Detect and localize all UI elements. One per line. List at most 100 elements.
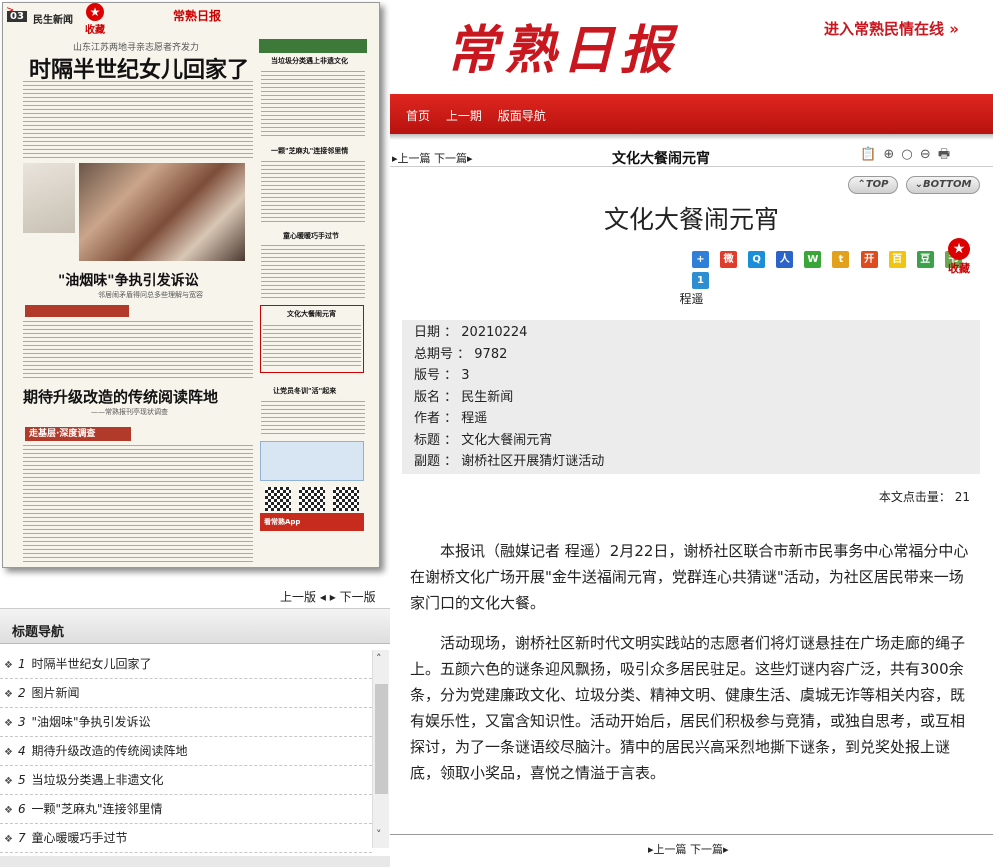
site-logo[interactable]: 常熟日报 bbox=[446, 8, 678, 83]
meta-key: 日期 bbox=[414, 325, 441, 340]
minqing-link[interactable]: 进入常熟民情在线 » bbox=[824, 18, 959, 39]
nav-item-label: 童心暖暖巧手过节 bbox=[31, 831, 128, 845]
qq-weibo-icon[interactable]: t bbox=[832, 251, 850, 268]
nav-item[interactable]: ❖ 4 期待升级改造的传统阅读阵地 bbox=[0, 737, 372, 766]
app-banner: 看常熟App bbox=[260, 513, 364, 531]
bottom-button[interactable]: ⌄BOTTOM bbox=[906, 176, 980, 194]
newspaper-page-thumbnail[interactable]: > 03 民生新闻 ★ 收藏 常熟日报 山东江苏两地寻亲志愿者齐发力 时隔半世纪… bbox=[2, 2, 380, 568]
top-label: TOP bbox=[865, 179, 889, 190]
meta-key: 版名 bbox=[414, 389, 441, 405]
paper-headline-current[interactable]: 文化大餐闹元宵 bbox=[287, 309, 336, 319]
play-arrow-icon: ▸ bbox=[723, 843, 729, 856]
prev-next-article-bottom[interactable]: ▸上一篇 下一篇▸ bbox=[648, 841, 729, 857]
nav-item[interactable]: ❖ 7 童心暖暖巧手过节 bbox=[0, 824, 372, 853]
hit-count: 本文点击量： 21 bbox=[390, 488, 970, 505]
diamond-bullet-icon: ❖ bbox=[4, 689, 13, 700]
article-footer: ▸上一篇 下一篇▸ bbox=[390, 834, 993, 861]
renren-icon[interactable]: 人 bbox=[776, 251, 794, 268]
hit-count-value: 21 bbox=[954, 490, 970, 504]
article-title: 文化大餐闹元宵 bbox=[603, 205, 779, 234]
zoom-reset-icon[interactable]: ○ bbox=[901, 147, 912, 162]
minqing-label: 进入常熟民情在线 bbox=[824, 20, 945, 38]
paper-headline-7[interactable]: 童心暖暖巧手过节 bbox=[283, 231, 339, 241]
scrollbar-thumb[interactable] bbox=[375, 684, 388, 794]
news-photo[interactable] bbox=[79, 163, 245, 261]
meta-value: 3 bbox=[461, 368, 470, 383]
diamond-bullet-icon: ❖ bbox=[4, 660, 13, 671]
top-nav-bar: 首页 上一期 版面导航 bbox=[390, 94, 993, 134]
toolbar-title: 文化大餐闹元宵 bbox=[612, 151, 710, 167]
diamond-bullet-icon: ❖ bbox=[4, 834, 13, 845]
divider bbox=[390, 134, 993, 140]
prev-next-article-top[interactable]: ▸上一篇 下一篇▸ bbox=[392, 150, 473, 166]
qzone-icon[interactable]: Q bbox=[748, 251, 766, 268]
meta-value: 民生新闻 bbox=[461, 389, 514, 405]
scroll-down-icon[interactable]: ˅ bbox=[376, 828, 382, 841]
meta-key: 标题 bbox=[414, 432, 441, 448]
prev-next-label: 上一篇 下一篇 bbox=[653, 843, 724, 856]
zoom-in-icon[interactable]: ⊕ bbox=[883, 147, 894, 162]
nav-prev-issue[interactable]: 上一期 bbox=[446, 109, 482, 123]
nav-page-nav[interactable]: 版面导航 bbox=[498, 109, 546, 123]
zoom-out-icon[interactable]: ⊖ bbox=[920, 147, 931, 162]
section-name: 民生新闻 bbox=[33, 15, 73, 26]
paper-headline-5[interactable]: 当垃圾分类遇上非遗文化 bbox=[271, 56, 348, 66]
page-pager: 上一版 ◂ ▸ 下一版 bbox=[280, 588, 376, 605]
share-more-icon[interactable]: + bbox=[692, 251, 709, 268]
diamond-bullet-icon: ❖ bbox=[4, 805, 13, 816]
text-block bbox=[23, 321, 253, 381]
paper-headline-2[interactable]: "油烟味"争执引发诉讼 bbox=[58, 270, 199, 290]
text-block bbox=[261, 245, 365, 301]
meta-key: 副题 bbox=[414, 454, 441, 469]
play-arrow-icon: ▸ bbox=[467, 152, 473, 165]
paper-headline-3[interactable]: 期待升级改造的传统阅读阵地 bbox=[23, 386, 218, 407]
prev-page-link[interactable]: 上一版 bbox=[280, 590, 316, 604]
top-button[interactable]: ⌃TOP bbox=[848, 176, 898, 194]
meta-row: 作者 ： 程遥 bbox=[414, 411, 488, 426]
douban-icon[interactable]: 豆 bbox=[916, 251, 934, 268]
favorite-button[interactable]: ★ 收藏 bbox=[947, 238, 971, 276]
count-icon[interactable]: 1 bbox=[692, 272, 709, 289]
diamond-bullet-icon: ❖ bbox=[4, 776, 13, 787]
article-toolbar: ▸上一篇 下一篇▸ 文化大餐闹元宵 📋 ⊕ ○ ⊖ 🖶 bbox=[390, 145, 993, 167]
nav-item[interactable]: ❖ 6 一颗"芝麻丸"连接邻里情 bbox=[0, 795, 372, 824]
prev-arrow-icon[interactable]: ◂ bbox=[320, 590, 326, 604]
meta-value: 9782 bbox=[474, 346, 508, 362]
meta-row: 版名 ： 民生新闻 bbox=[414, 389, 514, 405]
wechat-icon[interactable]: W bbox=[804, 251, 822, 268]
nav-home[interactable]: 首页 bbox=[406, 109, 430, 123]
nav-scrollbar[interactable]: ˄ ˅ bbox=[372, 650, 389, 848]
section-number: 03 bbox=[7, 11, 27, 22]
diamond-bullet-icon: ❖ bbox=[4, 747, 13, 758]
headline2-subtitle: 邻居闹矛盾得问总多些理解与宽容 bbox=[98, 291, 203, 299]
next-arrow-icon[interactable]: ▸ bbox=[330, 590, 336, 604]
scroll-up-icon[interactable]: ˄ bbox=[376, 652, 382, 665]
meta-row: 日期 ： 20210224 bbox=[414, 325, 528, 340]
notes-icon[interactable]: 📋 bbox=[860, 147, 876, 162]
qr-code-icon bbox=[265, 487, 291, 511]
kaixin-icon[interactable]: 开 bbox=[860, 251, 878, 268]
nav-item[interactable]: ❖ 1 时隔半世纪女儿回家了 bbox=[0, 650, 372, 679]
weibo-icon[interactable]: 微 bbox=[720, 251, 738, 268]
meta-row: 标题 ： 文化大餐闹元宵 bbox=[414, 432, 553, 448]
nav-item[interactable]: ❖ 5 当垃圾分类遇上非遗文化 bbox=[0, 766, 372, 795]
paper-headline-9[interactable]: 让党员冬训"活"起来 bbox=[273, 386, 336, 396]
title-nav-header: 标题导航 bbox=[0, 608, 390, 644]
baidu-icon[interactable]: 百 bbox=[888, 251, 906, 268]
paper-headline-6[interactable]: 一颗"芝麻丸"连接邻里情 bbox=[271, 146, 348, 156]
bottom-label: BOTTOM bbox=[922, 179, 972, 190]
paper-headline-1[interactable]: 时隔半世纪女儿回家了 bbox=[29, 52, 249, 84]
text-block bbox=[261, 161, 365, 223]
hit-count-label: 本文点击量： bbox=[878, 490, 951, 504]
article-body: 本报讯（融媒记者 程遥）2月22日，谢桥社区联合市新市民事务中心常福分中心在谢桥… bbox=[410, 538, 970, 800]
down-chevron-icon: ⌄ bbox=[914, 179, 923, 190]
nav-item[interactable]: ❖ 2 图片新闻 bbox=[0, 679, 372, 708]
nav-item[interactable]: ❖ 3 "油烟味"争执引发诉讼 bbox=[0, 708, 372, 737]
favorite-button-small[interactable]: ★ 收藏 bbox=[83, 3, 107, 37]
double-chevron-right-icon: » bbox=[949, 20, 959, 38]
meta-row: 版号 ： 3 bbox=[414, 368, 470, 383]
favorite-label: 收藏 bbox=[948, 262, 970, 275]
nav-item-label: 期待升级改造的传统阅读阵地 bbox=[31, 744, 188, 758]
print-icon[interactable]: 🖶 bbox=[938, 147, 950, 162]
next-page-link[interactable]: 下一版 bbox=[340, 590, 376, 604]
